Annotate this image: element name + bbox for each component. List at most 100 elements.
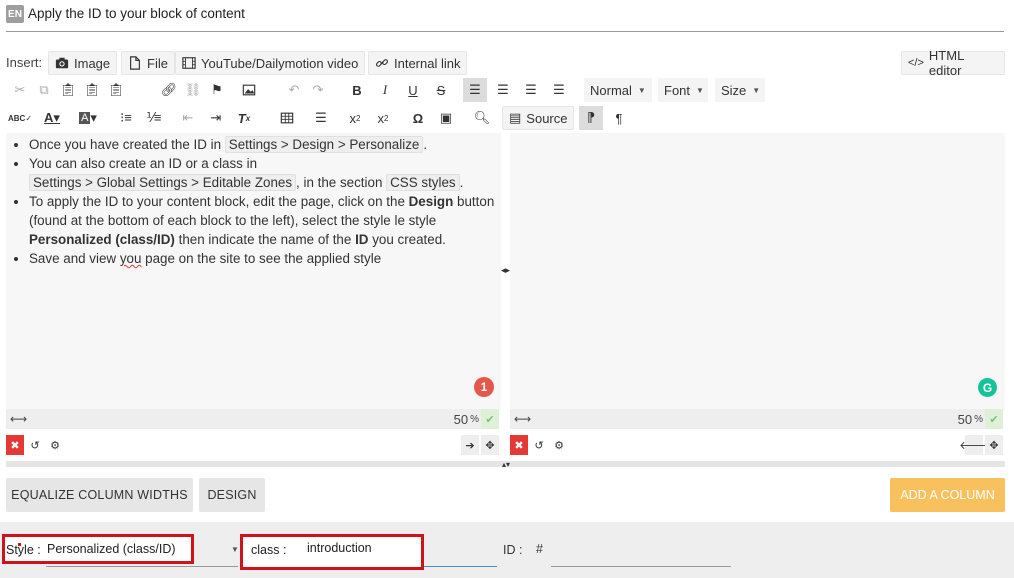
underline-icon[interactable]: U bbox=[401, 78, 425, 102]
link-icon bbox=[376, 59, 388, 67]
html-editor-button[interactable]: </> HTML editor bbox=[901, 48, 1005, 78]
insert-internal-link-label: Internal link bbox=[394, 55, 461, 71]
css-styles-chip: CSS styles bbox=[386, 174, 460, 191]
preview-icon[interactable]: 🔍︎ bbox=[470, 106, 494, 130]
drag-move-icon[interactable]: ✥ bbox=[985, 435, 1003, 455]
insert-file-label: File bbox=[147, 55, 168, 71]
column-resize-handle-icon[interactable]: ◂▸ bbox=[501, 265, 510, 276]
right-column-editor[interactable] bbox=[510, 133, 1005, 410]
highlight-marker bbox=[18, 543, 21, 546]
style-label: Style : bbox=[6, 543, 41, 557]
align-left-icon[interactable]: ☰ bbox=[463, 78, 487, 102]
list-item: Once you have created the ID in Settings… bbox=[29, 135, 499, 154]
unlink-icon[interactable]: ⛓ bbox=[181, 78, 205, 102]
spelling-error: you bbox=[119, 251, 142, 266]
subscript-icon[interactable]: x2 bbox=[343, 106, 367, 130]
id-input[interactable] bbox=[551, 566, 731, 567]
font-dropdown-value: Font bbox=[664, 82, 691, 98]
superscript-icon[interactable]: x2 bbox=[371, 106, 395, 130]
format-dropdown[interactable]: Normal ▼ bbox=[584, 78, 652, 102]
width-arrows-icon: ⟷ bbox=[514, 412, 532, 426]
strikethrough-icon[interactable]: S bbox=[429, 78, 453, 102]
list-item: To apply the ID to your content block, e… bbox=[29, 192, 499, 249]
id-hash-prefix: # bbox=[536, 542, 543, 556]
remove-format-icon[interactable]: Tx bbox=[232, 106, 256, 130]
bulleted-list-icon[interactable]: ⁝≡ bbox=[114, 106, 138, 130]
italic-icon[interactable]: I bbox=[373, 78, 397, 102]
insert-file-button[interactable]: File bbox=[121, 51, 175, 75]
indent-icon[interactable]: ⇥ bbox=[204, 106, 228, 130]
background-color-icon[interactable]: A ▾ bbox=[72, 106, 104, 130]
image-icon[interactable] bbox=[237, 78, 261, 102]
vertical-resize-icon[interactable]: ▴▾ bbox=[502, 460, 510, 469]
horizontal-rule-icon[interactable]: ☰ bbox=[309, 106, 333, 130]
insert-internal-link-button[interactable]: Internal link bbox=[368, 51, 468, 75]
redo-icon[interactable]: ↷ bbox=[306, 78, 330, 102]
insert-label: Insert: bbox=[6, 55, 43, 70]
font-dropdown[interactable]: Font ▼ bbox=[658, 78, 708, 102]
link-icon[interactable]: 🔗︎ bbox=[157, 78, 181, 102]
anchor-flag-icon[interactable]: ⚑ bbox=[205, 78, 229, 102]
drag-move-icon[interactable]: ✥ bbox=[481, 435, 499, 455]
reset-icon[interactable]: ↺ bbox=[530, 435, 548, 455]
delete-column-icon[interactable]: ✖ bbox=[6, 435, 24, 455]
list-item: You can also create an ID or a class in … bbox=[29, 154, 499, 192]
html-editor-label: HTML editor bbox=[928, 48, 964, 78]
copy-icon[interactable]: ⧉ bbox=[32, 78, 56, 102]
cut-icon[interactable]: ✂ bbox=[8, 78, 32, 102]
settings-path-chip: Settings > Global Settings > Editable Zo… bbox=[29, 174, 297, 191]
left-column-controls: ✖ ↺ ⚙ ➔ ✥ bbox=[6, 434, 499, 456]
code-icon: </> bbox=[908, 57, 924, 69]
align-center-icon[interactable]: ☰ bbox=[491, 78, 515, 102]
insert-video-button[interactable]: YouTube/Dailymotion video bbox=[175, 51, 366, 75]
text-color-icon[interactable]: A▾ bbox=[36, 106, 68, 130]
style-select-value[interactable]: Personalized (class/ID) bbox=[47, 542, 176, 556]
insert-image-button[interactable]: Image bbox=[48, 51, 118, 75]
editor-content[interactable]: Once you have created the ID in Settings… bbox=[14, 135, 499, 268]
class-input[interactable]: introduction bbox=[307, 541, 372, 555]
move-left-icon[interactable]: 🡐 bbox=[959, 435, 989, 455]
chevron-down-icon[interactable]: ▼ bbox=[231, 545, 239, 554]
equalize-column-widths-button[interactable]: EQUALIZE COLUMN WIDTHS bbox=[6, 478, 193, 512]
right-column-controls: ✖ ↺ ⚙ 🡐 ✥ bbox=[510, 434, 1003, 456]
id-label: ID : bbox=[503, 543, 523, 557]
insert-video-label: YouTube/Dailymotion video bbox=[201, 55, 359, 71]
align-justify-icon[interactable]: ☰ bbox=[547, 78, 571, 102]
source-button[interactable]: ▤ Source bbox=[502, 106, 574, 130]
ltr-direction-icon[interactable]: ⁋ bbox=[579, 106, 603, 130]
notification-badge[interactable]: 1 bbox=[474, 377, 494, 397]
align-right-icon[interactable]: ☰ bbox=[519, 78, 543, 102]
page-title: Apply the ID to your block of content bbox=[28, 6, 245, 21]
outdent-icon[interactable]: ⇤ bbox=[176, 106, 200, 130]
source-icon: ▤ bbox=[509, 110, 522, 125]
chevron-down-icon: ▼ bbox=[696, 85, 704, 95]
grammarly-icon[interactable]: G bbox=[978, 378, 997, 397]
spellcheck-icon[interactable]: ABC✓ bbox=[8, 106, 32, 130]
size-dropdown-value: Size bbox=[721, 82, 747, 98]
paste-icon[interactable]: 📋︎ bbox=[56, 78, 80, 102]
gear-icon[interactable]: ⚙ bbox=[550, 435, 568, 455]
class-label: class : bbox=[251, 543, 287, 557]
delete-column-icon[interactable]: ✖ bbox=[510, 435, 528, 455]
confirm-width-icon[interactable]: ✔ bbox=[481, 409, 499, 429]
add-column-button[interactable]: ADD A COLUMN bbox=[890, 478, 1005, 512]
confirm-width-icon[interactable]: ✔ bbox=[985, 409, 1003, 429]
table-icon[interactable] bbox=[275, 106, 299, 130]
design-button[interactable]: DESIGN bbox=[199, 478, 265, 512]
paste-text-icon[interactable]: 📋︎ bbox=[80, 78, 104, 102]
bold-icon[interactable]: B bbox=[345, 78, 369, 102]
special-character-icon[interactable]: Ω bbox=[406, 106, 430, 130]
reset-icon[interactable]: ↺ bbox=[26, 435, 44, 455]
gear-icon[interactable]: ⚙ bbox=[46, 435, 64, 455]
left-column-width-bar: ⟷ 50% ✔ bbox=[6, 409, 499, 429]
paste-word-icon[interactable]: 📋︎ bbox=[104, 78, 128, 102]
move-right-icon[interactable]: ➔ bbox=[461, 435, 479, 455]
title-divider bbox=[6, 31, 1004, 32]
media-icon[interactable]: ▣ bbox=[434, 106, 458, 130]
numbered-list-icon[interactable]: ⅟≡ bbox=[142, 106, 166, 130]
rtl-direction-icon[interactable]: ¶ bbox=[607, 106, 631, 130]
undo-icon[interactable]: ↶ bbox=[282, 78, 306, 102]
language-badge: EN bbox=[6, 5, 24, 23]
size-dropdown[interactable]: Size ▼ bbox=[715, 78, 765, 102]
left-column-width-value: 50 bbox=[453, 411, 469, 427]
